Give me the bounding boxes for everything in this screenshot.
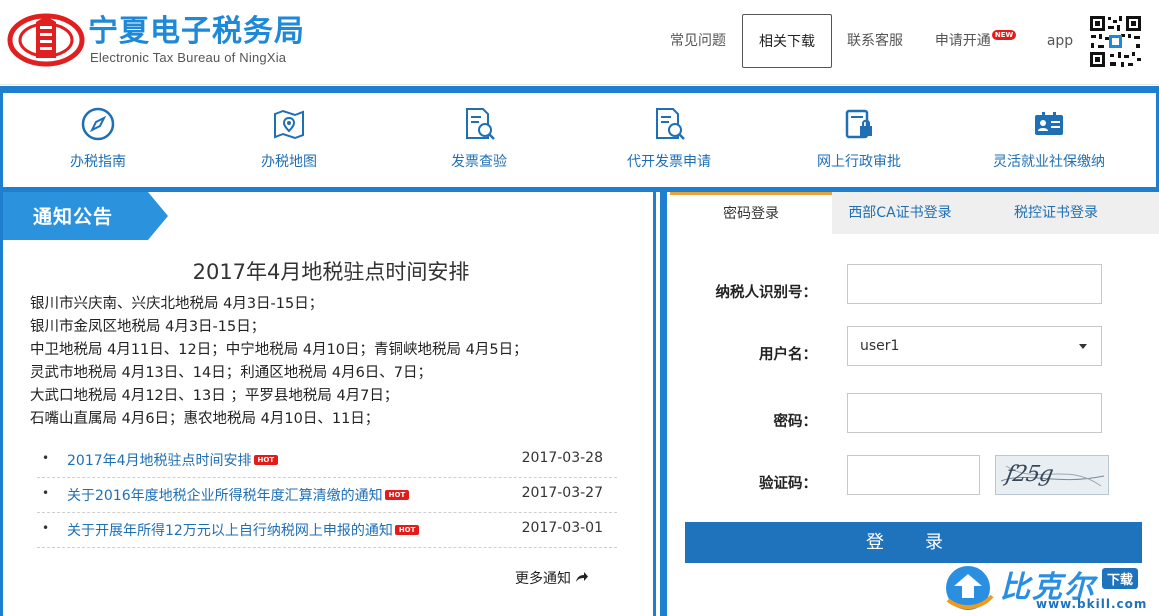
notice-body: 银川市兴庆南、兴庆北地税局 4月3日-15日； 银川市金凤区地税局 4月3日-1… bbox=[30, 293, 528, 431]
site-subtitle: Electronic Tax Bureau of NingXia bbox=[90, 50, 287, 65]
qr-code-icon bbox=[1088, 14, 1143, 69]
new-badge: NEW bbox=[991, 30, 1017, 40]
nav-downloads-label: 相关下载 bbox=[759, 34, 815, 50]
tab-ca-login-label: 西部CA证书登录 bbox=[848, 205, 952, 221]
service-tax-guide-label: 办税指南 bbox=[70, 154, 126, 170]
watermark-url: www.bkill.com bbox=[1036, 597, 1148, 611]
map-pin-icon bbox=[274, 109, 304, 140]
compass-icon bbox=[81, 107, 115, 141]
nav-app[interactable]: app bbox=[1040, 14, 1080, 68]
service-invoice-apply-label: 代开发票申请 bbox=[627, 154, 711, 170]
header: 宁夏电子税务局 Electronic Tax Bureau of NingXia… bbox=[0, 0, 1159, 85]
news-link-text: 2017年4月地税驻点时间安排 bbox=[67, 453, 252, 469]
notice-tag: 通知公告 bbox=[3, 192, 168, 240]
login-panel: 密码登录 西部CA证书登录 税控证书登录 纳税人识别号： 用户名： user1 … bbox=[660, 192, 1159, 616]
news-item: • 关于开展年所得12万元以上自行纳税网上申报的通知 HOT 2017-03-01 bbox=[37, 513, 617, 548]
news-item: • 关于2016年度地税企业所得税年度汇算清缴的通知 HOT 2017-03-27 bbox=[37, 478, 617, 513]
watermark: 比克尔 下载 www.bkill.com bbox=[940, 560, 1159, 616]
service-online-approval-label: 网上行政审批 bbox=[817, 154, 901, 170]
tax-bureau-logo bbox=[7, 13, 85, 67]
taxpayer-id-label: 纳税人识别号： bbox=[715, 285, 818, 301]
notice-line: 大武口地税局 4月12日、13日 ；平罗县地税局 4月7日； bbox=[30, 388, 399, 404]
news-link-text: 关于2016年度地税企业所得税年度汇算清缴的通知 bbox=[67, 488, 383, 504]
service-tax-guide[interactable]: 办税指南 bbox=[3, 93, 193, 187]
service-tax-map[interactable]: 办税地图 bbox=[194, 93, 384, 187]
service-invoice-check-label: 发票查验 bbox=[451, 154, 507, 170]
username-value: user1 bbox=[860, 338, 900, 354]
nav-apply[interactable]: 申请开通 NEW bbox=[928, 14, 1023, 68]
tab-password-login[interactable]: 密码登录 bbox=[670, 192, 832, 234]
bullet-icon: • bbox=[42, 451, 50, 465]
notice-panel: 通知公告 2017年4月地税驻点时间安排 银川市兴庆南、兴庆北地税局 4月3日-… bbox=[0, 192, 656, 616]
more-notices-link[interactable]: 更多通知 bbox=[515, 568, 589, 588]
notice-line: 银川市兴庆南、兴庆北地税局 4月3日-15日； bbox=[30, 296, 324, 312]
password-label: 密码： bbox=[773, 414, 818, 430]
taxpayer-id-input[interactable] bbox=[847, 264, 1102, 304]
nav-customer-service-label: 联系客服 bbox=[847, 33, 903, 49]
watermark-logo-icon bbox=[946, 566, 994, 610]
captcha-input[interactable] bbox=[847, 455, 980, 495]
username-label: 用户名： bbox=[759, 347, 817, 363]
service-invoice-apply[interactable]: 代开发票申请 bbox=[574, 93, 764, 187]
notice-line: 灵武市地税局 4月13日、14日；利通区地税局 4月6日、7日； bbox=[30, 365, 433, 381]
service-bar: 办税指南 办税地图 发票查验 代开发票申请 网上行政审批 灵活就业社保缴纳 bbox=[0, 93, 1159, 187]
captcha-image[interactable]: f25g bbox=[995, 455, 1109, 495]
nav-downloads[interactable]: 相关下载 bbox=[742, 14, 832, 68]
tab-tax-cert-login-label: 税控证书登录 bbox=[1014, 205, 1098, 221]
watermark-badge: 下载 bbox=[1102, 568, 1139, 589]
password-input[interactable] bbox=[847, 393, 1102, 433]
news-link[interactable]: 关于开展年所得12万元以上自行纳税网上申报的通知 HOT bbox=[67, 520, 420, 540]
news-date: 2017-03-27 bbox=[521, 485, 603, 501]
service-social-insurance[interactable]: 灵活就业社保缴纳 bbox=[954, 93, 1144, 187]
hot-badge: HOT bbox=[394, 525, 420, 535]
service-online-approval[interactable]: 网上行政审批 bbox=[764, 93, 954, 187]
login-button[interactable]: 登 录 bbox=[685, 522, 1142, 563]
tab-password-login-label: 密码登录 bbox=[723, 206, 779, 222]
approval-lock-icon bbox=[845, 109, 872, 139]
notice-line: 石嘴山直属局 4月6日；惠农地税局 4月10日、11日； bbox=[30, 411, 380, 427]
news-item: • 2017年4月地税驻点时间安排 HOT 2017-03-28 bbox=[37, 443, 617, 478]
service-tax-map-label: 办税地图 bbox=[261, 154, 317, 170]
bullet-icon: • bbox=[42, 486, 50, 500]
forward-arrow-icon bbox=[576, 572, 589, 582]
header-divider bbox=[0, 86, 1159, 93]
username-select[interactable]: user1 bbox=[847, 326, 1102, 366]
id-card-icon bbox=[1035, 112, 1063, 135]
news-date: 2017-03-01 bbox=[521, 520, 603, 536]
tab-ca-login[interactable]: 西部CA证书登录 bbox=[833, 192, 967, 234]
nav-faq[interactable]: 常见问题 bbox=[662, 14, 734, 68]
site-title: 宁夏电子税务局 bbox=[88, 14, 305, 49]
hot-badge: HOT bbox=[253, 455, 279, 465]
bullet-icon: • bbox=[42, 521, 50, 535]
nav-customer-service[interactable]: 联系客服 bbox=[838, 14, 912, 68]
notice-title: 2017年4月地税驻点时间安排 bbox=[192, 260, 470, 284]
news-date: 2017-03-28 bbox=[521, 450, 603, 466]
notice-line: 银川市金凤区地税局 4月3日-15日； bbox=[30, 319, 266, 335]
news-link-text: 关于开展年所得12万元以上自行纳税网上申报的通知 bbox=[67, 523, 393, 539]
hot-badge: HOT bbox=[384, 490, 410, 500]
page: 宁夏电子税务局 Electronic Tax Bureau of NingXia… bbox=[0, 0, 1159, 616]
news-link[interactable]: 关于2016年度地税企业所得税年度汇算清缴的通知 HOT bbox=[67, 485, 410, 505]
nav-apply-label: 申请开通 bbox=[934, 33, 991, 49]
service-social-insurance-label: 灵活就业社保缴纳 bbox=[993, 154, 1105, 170]
captcha-text: f25g bbox=[1003, 462, 1055, 487]
nav-app-label: app bbox=[1046, 33, 1074, 49]
news-link[interactable]: 2017年4月地税驻点时间安排 HOT bbox=[67, 450, 279, 470]
more-notices-label: 更多通知 bbox=[515, 571, 571, 587]
nav-faq-label: 常见问题 bbox=[670, 33, 726, 49]
notice-tag-label: 通知公告 bbox=[33, 206, 114, 228]
invoice-search-icon bbox=[466, 108, 495, 140]
tab-tax-cert-login[interactable]: 税控证书登录 bbox=[988, 192, 1124, 234]
invoice-apply-icon bbox=[656, 108, 685, 140]
service-invoice-check[interactable]: 发票查验 bbox=[384, 93, 574, 187]
captcha-label: 验证码： bbox=[759, 476, 817, 492]
chevron-down-icon bbox=[1079, 344, 1087, 349]
notice-line: 中卫地税局 4月11日、12日；中宁地税局 4月10日；青铜峡地税局 4月5日； bbox=[30, 342, 528, 358]
login-tabs: 密码登录 西部CA证书登录 税控证书登录 bbox=[670, 192, 1159, 234]
